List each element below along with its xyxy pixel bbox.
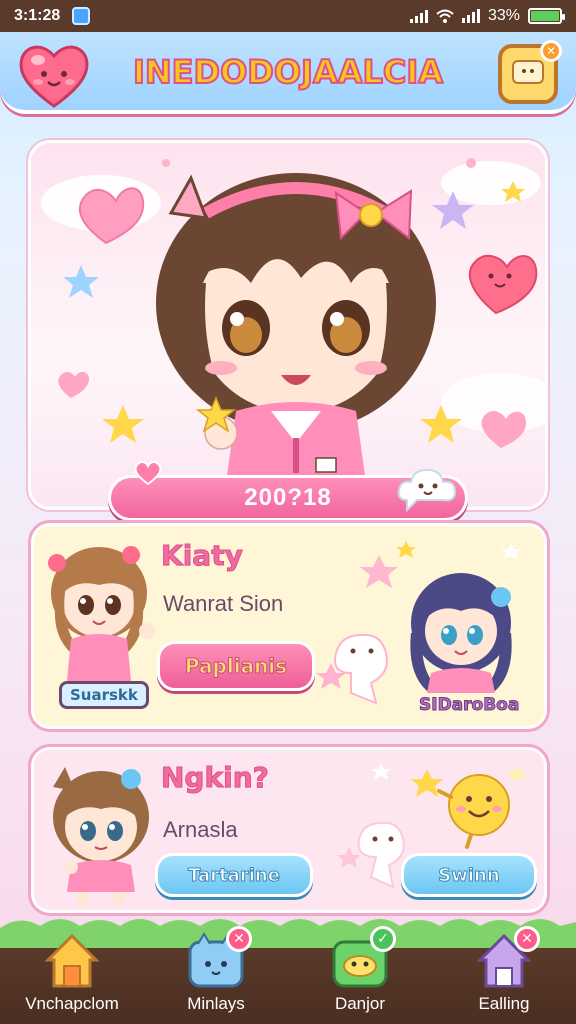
- star-icon: [396, 541, 416, 558]
- bunny-ghost-icon: [337, 821, 405, 889]
- battery-icon: [528, 8, 565, 24]
- chat-face: [512, 60, 544, 84]
- chat-face-icon[interactable]: ✕: [498, 40, 562, 104]
- card-1-subtitle: Wanrat Sion: [163, 591, 284, 616]
- card-2-left-button[interactable]: Tartarine: [155, 853, 313, 897]
- hero-banner-text: 200?18: [244, 484, 332, 511]
- heart-icon[interactable]: [16, 40, 92, 110]
- smiley-face-icon: [437, 774, 510, 849]
- nav-label-ealling: Ealling: [478, 994, 530, 1013]
- heart-icon: [134, 461, 162, 486]
- character-card-2[interactable]: Ngkin? Arnasla Tartarine Swinn: [28, 744, 550, 916]
- nav-label-minlays: Minlays: [187, 994, 245, 1013]
- battery-percent: 33%: [487, 7, 520, 24]
- bottom-nav: Vnchapclom ✕ Minlays ✓ Danjor ✕ Ealling: [0, 919, 576, 1024]
- bunny-ghost-icon: [316, 633, 388, 705]
- nav-label-home: Vnchapclom: [25, 994, 119, 1013]
- star-icon: [102, 405, 144, 443]
- nav-badge-danjor: ✓: [370, 926, 396, 952]
- hero-card: [28, 140, 548, 510]
- signal-icon: [409, 9, 428, 23]
- app-notification-icon: [72, 7, 91, 25]
- signal-icon-2: [461, 9, 480, 23]
- nav-badge-ealling: ✕: [514, 926, 540, 952]
- nav-badge-minlays: ✕: [226, 926, 252, 952]
- character-card-1[interactable]: Kiaty Wanrat Sion Paplianis Suarskk SIDa…: [28, 520, 550, 732]
- hero-banner[interactable]: 200?18: [108, 461, 468, 521]
- nav-item-ealling[interactable]: ✕ Ealling: [432, 926, 576, 1024]
- card-1-action-button[interactable]: Paplianis: [157, 641, 315, 691]
- card-1-name-tag-left: Suarskk: [59, 681, 149, 709]
- avatar-girl-right: [410, 573, 512, 693]
- wifi-icon: [436, 9, 454, 23]
- nav-label-danjor: Danjor: [334, 994, 386, 1013]
- status-indicators: 33%: [409, 7, 565, 25]
- nav-item-home[interactable]: Vnchapclom: [0, 930, 144, 1024]
- cat-tv-icon: ✕: [184, 926, 252, 992]
- card-1-title: Kiaty: [161, 539, 244, 573]
- card-2-title: Ngkin?: [161, 761, 270, 795]
- frog-box-icon: ✓: [328, 926, 396, 992]
- app-title: INEDODOJAALCIA: [132, 52, 444, 92]
- star-icon: [63, 265, 99, 298]
- notification-badge: ✕: [540, 40, 562, 62]
- card-2-right-button[interactable]: Swinn: [401, 853, 537, 897]
- status-time: 3:1:28: [14, 7, 61, 24]
- home-icon: [40, 930, 104, 992]
- heart-icon: [58, 371, 89, 398]
- avatar-girl-left: [48, 546, 155, 697]
- cloud-face-icon: [397, 468, 457, 512]
- avatar-girl-card2: [53, 767, 149, 906]
- house-purple-icon: ✕: [472, 926, 540, 992]
- card-2-subtitle: Arnasla: [163, 817, 238, 842]
- app-header: INEDODOJAALCIA ✕: [0, 32, 576, 114]
- heart-icon: [481, 411, 527, 448]
- nav-item-minlays[interactable]: ✕ Minlays: [144, 926, 288, 1024]
- star-icon: [360, 555, 398, 588]
- status-bar: 3:1:28 33%: [0, 0, 576, 32]
- heart-icon: [78, 187, 145, 245]
- card-1-name-tag-right: SIDaroBoa: [418, 695, 520, 716]
- nav-item-danjor[interactable]: ✓ Danjor: [288, 926, 432, 1024]
- hero-illustration: [41, 158, 545, 483]
